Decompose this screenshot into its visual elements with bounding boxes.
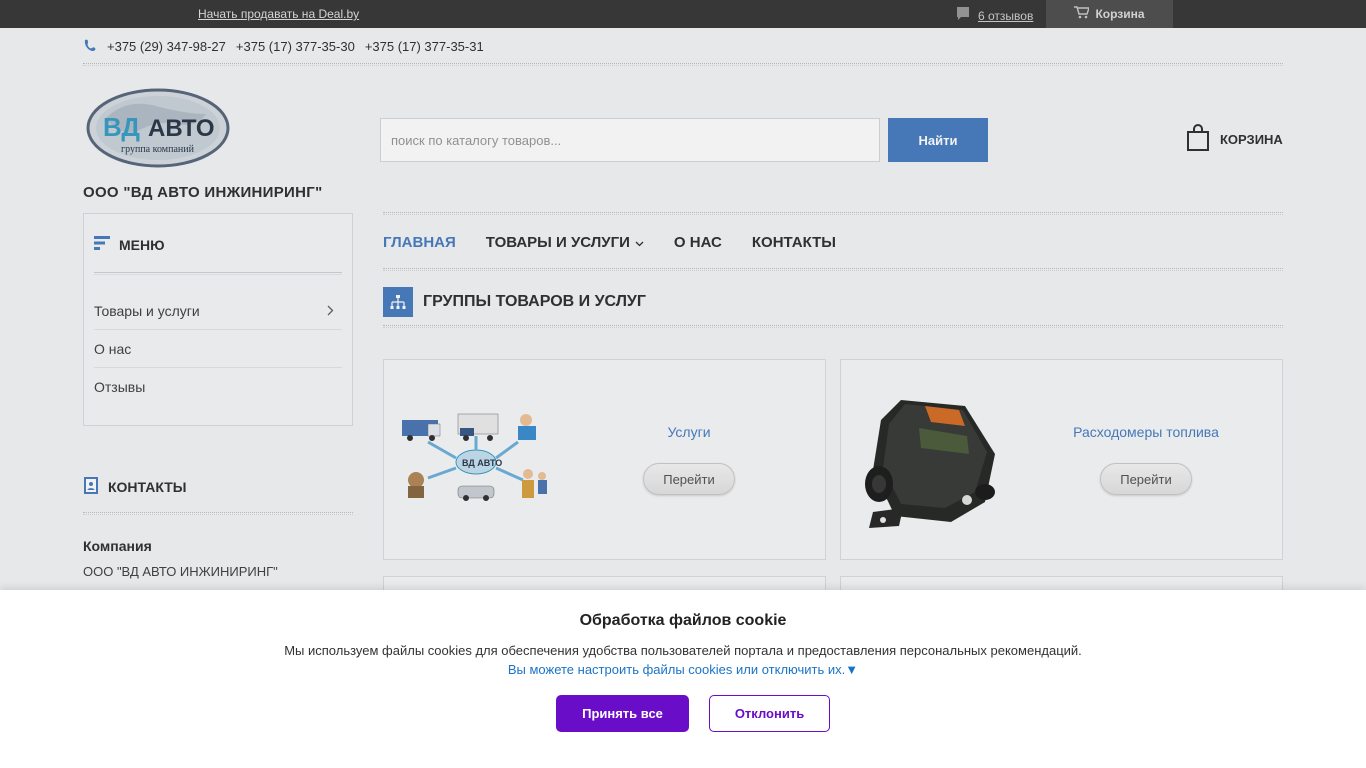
reviews-label: 6 отзывов — [978, 8, 1034, 23]
start-selling-link[interactable]: Начать продавать на Deal.by — [198, 7, 359, 21]
contact-company-label: Компания — [83, 538, 152, 554]
contacts-header: КОНТАКТЫ — [83, 477, 186, 497]
divider — [94, 272, 342, 275]
cookie-text: Мы используем файлы cookies для обеспече… — [284, 643, 1082, 658]
phone-icon — [83, 38, 97, 55]
sidebar-item-about[interactable]: О нас — [94, 330, 342, 368]
section-title: ГРУППЫ ТОВАРОВ И УСЛУГ — [423, 293, 646, 310]
menu-icon — [94, 236, 110, 253]
contacts-title: КОНТАКТЫ — [108, 479, 187, 495]
menu-header: МЕНЮ — [94, 236, 165, 253]
chevron-right-icon — [327, 303, 334, 319]
chevron-down-icon — [635, 234, 644, 251]
cart-button[interactable]: КОРЗИНА — [1186, 124, 1283, 155]
product-group-card: Расходомеры топлива Перейти — [840, 359, 1283, 560]
svg-text:ВД АВТО: ВД АВТО — [462, 458, 502, 468]
nav-home[interactable]: ГЛАВНАЯ — [383, 234, 456, 251]
divider — [383, 325, 1283, 328]
accept-all-button[interactable]: Принять все — [556, 695, 689, 732]
comment-icon — [956, 6, 970, 25]
company-name: ООО "ВД АВТО ИНЖИНИРИНГ" — [83, 184, 323, 201]
nav-products[interactable]: ТОВАРЫ И УСЛУГИ — [486, 234, 644, 251]
sidebar-item-label: О нас — [94, 340, 132, 357]
divider — [383, 268, 1283, 271]
decline-button[interactable]: Отклонить — [709, 695, 830, 732]
sidebar-item-label: Отзывы — [94, 379, 146, 395]
divider — [83, 63, 1283, 66]
sidebar-item-label: Товары и услуги — [94, 302, 200, 319]
menu-title: МЕНЮ — [119, 236, 165, 253]
cart-label: КОРЗИНА — [1220, 132, 1283, 147]
svg-text:группа компаний: группа компаний — [121, 144, 195, 155]
phone-number[interactable]: +375 (17) 377-35-31 — [365, 39, 484, 54]
shopping-bag-icon — [1186, 124, 1210, 155]
nav-about[interactable]: О НАС — [674, 234, 722, 251]
top-cart-label: Корзина — [1095, 7, 1145, 21]
contact-book-icon — [83, 477, 99, 497]
contact-company-value: ООО "ВД АВТО ИНЖИНИРИНГ" — [83, 564, 278, 579]
cookie-title: Обработка файлов cookie — [579, 612, 787, 629]
reviews-link[interactable]: 6 отзывов — [956, 6, 1033, 25]
top-bar: Начать продавать на Deal.by 6 отзывов Ко… — [0, 0, 1366, 28]
top-cart-button[interactable]: Корзина — [1046, 0, 1173, 28]
divider — [83, 512, 353, 515]
section-header: ГРУППЫ ТОВАРОВ И УСЛУГ — [383, 287, 646, 317]
go-button[interactable]: Перейти — [643, 463, 735, 495]
search-button[interactable]: Найти — [888, 118, 988, 162]
phone-list: +375 (29) 347-98-27 +375 (17) 377-35-30 … — [83, 38, 484, 55]
phone-number[interactable]: +375 (29) 347-98-27 — [107, 39, 226, 54]
nav-products-label: ТОВАРЫ И УСЛУГИ — [485, 234, 630, 251]
main-nav: ГЛАВНАЯ ТОВАРЫ И УСЛУГИ О НАС КОНТАКТЫ — [383, 234, 836, 251]
nav-contacts[interactable]: КОНТАКТЫ — [752, 234, 836, 251]
hierarchy-icon — [383, 287, 413, 317]
card-title[interactable]: Услуги — [579, 424, 799, 440]
svg-text:ВД: ВД — [103, 112, 140, 142]
svg-text:АВТО: АВТО — [148, 115, 214, 142]
phone-number[interactable]: +375 (17) 377-35-30 — [236, 39, 355, 54]
sidebar-item-reviews[interactable]: Отзывы — [94, 368, 342, 406]
company-logo[interactable]: ВД АВТО группа компаний — [86, 88, 230, 168]
sidebar-item-products[interactable]: Товары и услуги — [94, 292, 342, 330]
divider — [383, 212, 1283, 215]
go-button[interactable]: Перейти — [1100, 463, 1192, 495]
cookie-banner: Обработка файлов cookie Мы используем фа… — [0, 590, 1366, 768]
card-title[interactable]: Расходомеры топлива — [1036, 424, 1256, 440]
services-image[interactable]: ВД АВТО — [398, 400, 554, 520]
sidebar-menu: МЕНЮ Товары и услуги О нас Отзывы — [83, 213, 353, 426]
fuel-meter-image[interactable] — [855, 400, 1011, 528]
cart-icon — [1074, 6, 1091, 22]
search-input[interactable] — [380, 118, 880, 162]
cookie-settings-link[interactable]: Вы можете настроить файлы cookies или от… — [0, 662, 1366, 677]
product-group-card: ВД АВТО Услуги Перейти — [383, 359, 826, 560]
